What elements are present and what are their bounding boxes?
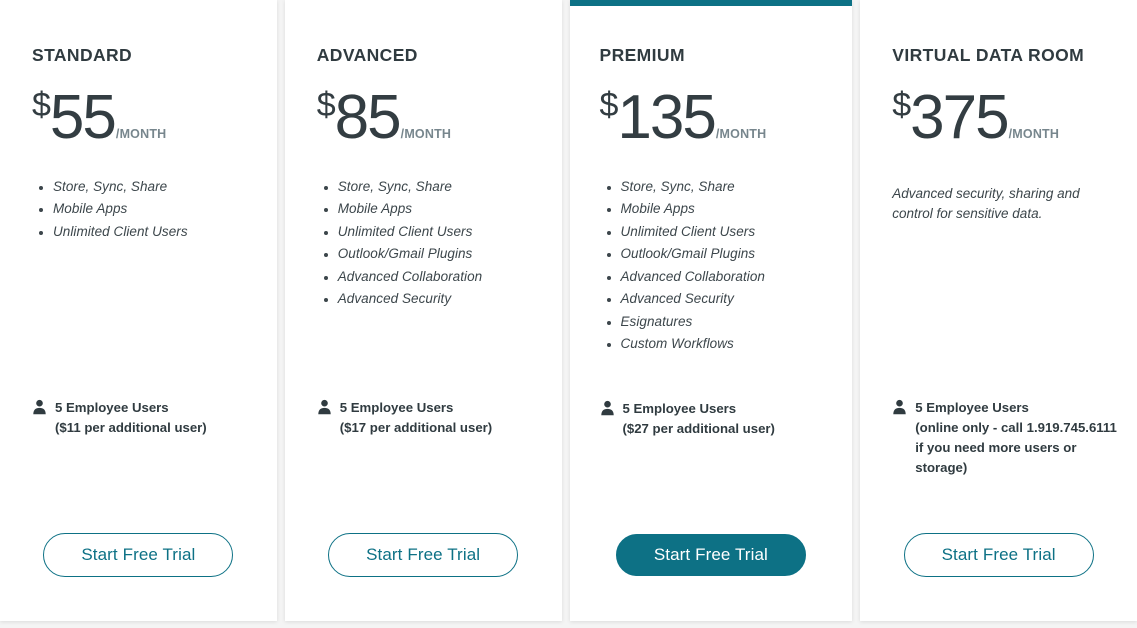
plan-name: PREMIUM	[599, 45, 685, 65]
additional-user-price: ($17 per additional user)	[339, 420, 493, 436]
employee-users-count: 5 Employee Users	[339, 400, 454, 415]
plan-card-standard[interactable]: STANDARD $ 55 /MONTH Store, Sync, Share …	[0, 0, 277, 621]
employee-users-info: 5 Employee Users ($17 per additional use…	[317, 398, 538, 438]
plan-card-body: STANDARD $ 55 /MONTH Store, Sync, Share …	[0, 0, 277, 621]
feature-item: Mobile Apps	[338, 202, 530, 216]
user-icon	[32, 399, 47, 415]
employee-users-info: 5 Employee Users ($27 per additional use…	[600, 399, 829, 439]
price-period: /MONTH	[400, 127, 452, 142]
price-currency: $	[599, 85, 619, 124]
plan-card-body: ADVANCED $ 85 /MONTH Store, Sync, Share …	[285, 0, 562, 621]
employee-users-count: 5 Employee Users	[55, 400, 169, 415]
employee-users-text: 5 Employee Users ($27 per additional use…	[623, 399, 775, 439]
price-period: /MONTH	[115, 127, 167, 142]
start-free-trial-button[interactable]: Start Free Trial	[43, 533, 234, 577]
feature-item: Store, Sync, Share	[338, 180, 530, 194]
pricing-plans-grid: STANDARD $ 55 /MONTH Store, Sync, Share …	[0, 0, 1137, 628]
price-amount: 85	[334, 82, 402, 152]
cta-container: Start Free Trial	[570, 534, 853, 576]
feature-item: Outlook/Gmail Plugins	[338, 247, 530, 261]
price-period: /MONTH	[1008, 127, 1060, 142]
contact-note: (online only - call 1.919.745.6111 if yo…	[915, 420, 1117, 476]
employee-users-text: 5 Employee Users (online only - call 1.9…	[915, 398, 1117, 478]
plan-card-premium[interactable]: PREMIUM $ 135 /MONTH Store, Sync, Share …	[569, 0, 853, 621]
plan-card-body: PREMIUM $ 135 /MONTH Store, Sync, Share …	[570, 0, 853, 621]
plan-card-body: VIRTUAL DATA ROOM $ 375 /MONTH Advanced …	[860, 0, 1137, 621]
feature-item: Unlimited Client Users	[621, 225, 823, 239]
user-icon	[892, 399, 907, 415]
plan-price: $ 55 /MONTH	[32, 82, 245, 152]
employee-users-count: 5 Employee Users	[622, 401, 737, 416]
price-currency: $	[892, 85, 911, 124]
employee-users-text: 5 Employee Users ($17 per additional use…	[340, 398, 492, 438]
additional-user-price: ($27 per additional user)	[622, 421, 775, 437]
feature-item: Esignatures	[621, 315, 823, 329]
feature-item: Mobile Apps	[621, 202, 823, 216]
plan-price: $ 85 /MONTH	[316, 82, 530, 152]
feature-list: Store, Sync, Share Mobile Apps Unlimited…	[600, 180, 823, 360]
price-period: /MONTH	[715, 127, 767, 142]
plan-price: $ 375 /MONTH	[892, 82, 1105, 152]
plan-card-advanced[interactable]: ADVANCED $ 85 /MONTH Store, Sync, Share …	[284, 0, 562, 621]
feature-item: Advanced Security	[621, 292, 823, 306]
feature-list: Store, Sync, Share Mobile Apps Unlimited…	[317, 180, 530, 315]
start-free-trial-button[interactable]: Start Free Trial	[328, 533, 519, 577]
feature-item: Advanced Collaboration	[621, 270, 823, 284]
cta-container: Start Free Trial	[860, 533, 1137, 577]
price-amount: 135	[617, 82, 716, 152]
plan-price: $ 135 /MONTH	[599, 82, 823, 152]
plan-name: VIRTUAL DATA ROOM	[892, 45, 1085, 65]
feature-item: Store, Sync, Share	[53, 180, 245, 194]
plan-description: Advanced security, sharing and control f…	[892, 185, 1080, 222]
employee-users-count: 5 Employee Users	[915, 400, 1029, 415]
feature-item: Advanced Collaboration	[338, 270, 530, 284]
feature-item: Unlimited Client Users	[338, 225, 530, 239]
user-icon	[600, 400, 615, 416]
start-free-trial-button[interactable]: Start Free Trial	[615, 534, 806, 576]
feature-item: Store, Sync, Share	[621, 180, 823, 194]
start-free-trial-button[interactable]: Start Free Trial	[903, 533, 1094, 577]
feature-item: Mobile Apps	[53, 202, 245, 216]
additional-user-price: ($11 per additional user)	[55, 420, 207, 436]
feature-list: Store, Sync, Share Mobile Apps Unlimited…	[32, 180, 245, 248]
feature-item: Outlook/Gmail Plugins	[621, 247, 823, 261]
featured-highlight-bar	[569, 0, 853, 6]
employee-users-text: 5 Employee Users ($11 per additional use…	[55, 398, 207, 438]
cta-container: Start Free Trial	[0, 533, 277, 577]
user-icon	[317, 399, 332, 415]
plan-name: STANDARD	[32, 45, 133, 65]
cta-container: Start Free Trial	[285, 533, 562, 577]
price-currency: $	[316, 85, 336, 124]
price-amount: 375	[910, 82, 1009, 152]
employee-users-info: 5 Employee Users ($11 per additional use…	[32, 398, 253, 438]
price-amount: 55	[49, 82, 117, 152]
price-currency: $	[32, 85, 51, 124]
feature-item: Custom Workflows	[621, 337, 823, 351]
feature-item: Advanced Security	[338, 292, 530, 306]
plan-name: ADVANCED	[316, 45, 418, 65]
plan-card-virtual-data-room[interactable]: VIRTUAL DATA ROOM $ 375 /MONTH Advanced …	[860, 0, 1137, 621]
feature-item: Unlimited Client Users	[53, 225, 245, 239]
employee-users-info: 5 Employee Users (online only - call 1.9…	[892, 398, 1125, 478]
